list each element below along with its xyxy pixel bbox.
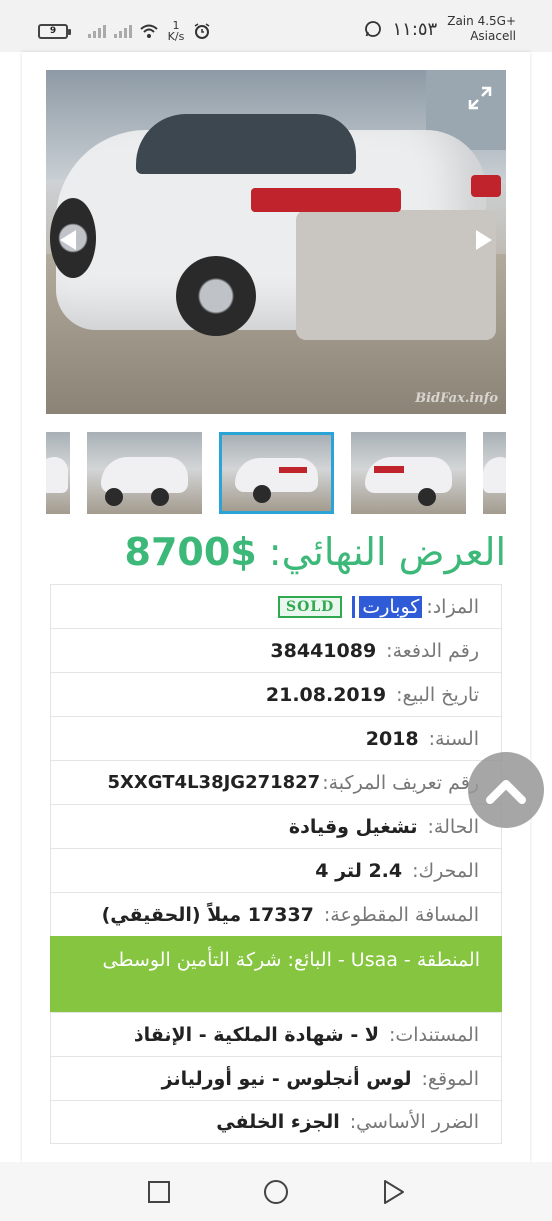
arrow-left-icon[interactable]: [60, 230, 76, 250]
row-lot: رقم الدفعة: 38441089: [50, 628, 502, 672]
row-condition: الحالة: تشغيل وقيادة: [50, 804, 502, 848]
row-seller-region: المنطقة - Usaa - البائع: شركة التأمين ال…: [50, 936, 502, 1012]
listing-card: BidFax.info العرض النهائي: 8700$ المزاد:…: [22, 52, 530, 1162]
clock-time: ١١:٥٣: [392, 18, 438, 40]
car-tail-light: [251, 188, 401, 212]
photo-watermark: BidFax.info: [415, 391, 498, 406]
chevron-up-icon: [486, 780, 526, 804]
year-value: 2018: [365, 727, 419, 750]
condition-value: تشغيل وقيادة: [288, 815, 418, 838]
lot-label: رقم الدفعة:: [386, 639, 479, 662]
car-rear-wheel: [176, 256, 256, 336]
row-engine: المحرك: 2.4 لتر 4: [50, 848, 502, 892]
row-vin: رقم تعريف المركبة: 5XXGT4L38JG271827: [50, 760, 502, 804]
vin-value: 5XXGT4L38JG271827: [107, 772, 321, 793]
expand-icon[interactable]: [468, 86, 492, 110]
speed-unit: K/s: [167, 30, 185, 43]
row-documents: المستندات: لا - شهادة الملكية - الإنقاذ: [50, 1012, 502, 1056]
thumbnail-5[interactable]: [483, 432, 506, 514]
sale-date-label: تاريخ البيع:: [396, 683, 479, 706]
thumbnail-3-active[interactable]: [219, 432, 334, 514]
thumbnail-1[interactable]: [46, 432, 70, 514]
final-offer-value: 8700$: [124, 530, 257, 574]
damage-value: الجزء الخلفي: [216, 1111, 340, 1133]
scroll-top-button[interactable]: [468, 752, 544, 828]
row-auction: المزاد: كوبارت SOLD: [50, 584, 502, 628]
carrier-info: Zain 4.5G+ Asiacell: [447, 14, 516, 44]
row-year: السنة: 2018: [50, 716, 502, 760]
battery-icon: 9: [38, 23, 71, 39]
row-mileage: المسافة المقطوعة: 17337 ميلاً (الحقيقي): [50, 892, 502, 936]
wifi-icon: [140, 24, 158, 38]
car-tail-light-right: [471, 175, 501, 197]
status-right: ١١:٥٣ Zain 4.5G+ Asiacell: [364, 14, 516, 44]
carrier-line-1: Zain 4.5G+: [447, 14, 516, 28]
engine-label: المحرك:: [412, 859, 479, 882]
main-car-photo[interactable]: BidFax.info: [46, 70, 506, 414]
sold-badge: SOLD: [278, 595, 343, 618]
row-damage: الضرر الأساسي: الجزء الخلفي: [50, 1100, 502, 1144]
home-icon[interactable]: [263, 1179, 289, 1205]
seller-region-text: المنطقة - Usaa - البائع: شركة التأمين ال…: [102, 949, 480, 971]
sale-date-value: 21.08.2019: [265, 683, 387, 706]
final-offer: العرض النهائي: 8700$: [46, 530, 507, 586]
location-value: لوس أنجلوس - نيو أورليانز: [161, 1067, 412, 1090]
documents-label: المستندات:: [388, 1023, 479, 1046]
car-damaged-rear: [296, 210, 496, 340]
network-speed: 1 K/s: [166, 20, 186, 42]
thumbnail-4[interactable]: [351, 432, 466, 514]
final-offer-label: العرض النهائي:: [268, 530, 506, 574]
system-nav-bar: [0, 1162, 552, 1221]
vin-label: رقم تعريف المركبة:: [322, 771, 479, 794]
row-location: الموقع: لوس أنجلوس - نيو أورليانز: [50, 1056, 502, 1100]
signal-icon-2: [114, 24, 132, 38]
details-table: المزاد: كوبارت SOLD رقم الدفعة: 38441089…: [50, 584, 502, 1144]
mileage-label: المسافة المقطوعة:: [323, 903, 479, 926]
carrier-line-2: Asiacell: [470, 29, 516, 43]
alarm-icon: [194, 23, 210, 39]
mileage-value: 17337 ميلاً (الحقيقي): [101, 903, 314, 926]
auction-value[interactable]: كوبارت: [359, 595, 423, 618]
recent-apps-icon[interactable]: [146, 1179, 172, 1205]
row-sale-date: تاريخ البيع: 21.08.2019: [50, 672, 502, 716]
text-selection-handle[interactable]: [352, 595, 356, 618]
lot-value: 38441089: [270, 639, 377, 662]
status-bar: 9 1 K/s ١١:٥٣ Zain 4.5G+ Asiacell: [0, 0, 552, 52]
condition-label: الحالة:: [427, 815, 480, 838]
auction-label: المزاد:: [426, 595, 479, 618]
status-left-icons: 9 1 K/s: [38, 20, 210, 42]
year-label: السنة:: [428, 727, 479, 750]
engine-value: 2.4 لتر 4: [315, 859, 403, 882]
back-icon[interactable]: [381, 1179, 407, 1205]
battery-level: 9: [49, 25, 57, 36]
car-window: [136, 114, 356, 174]
thumbnail-2[interactable]: [87, 432, 202, 514]
arrow-right-icon[interactable]: [476, 230, 492, 250]
location-label: الموقع:: [421, 1067, 479, 1090]
thumbnail-strip: [46, 430, 506, 516]
signal-icon: [88, 24, 106, 38]
damage-label: الضرر الأساسي:: [349, 1111, 479, 1133]
documents-value: لا - شهادة الملكية - الإنقاذ: [133, 1023, 379, 1046]
whatsapp-icon: [365, 21, 382, 37]
